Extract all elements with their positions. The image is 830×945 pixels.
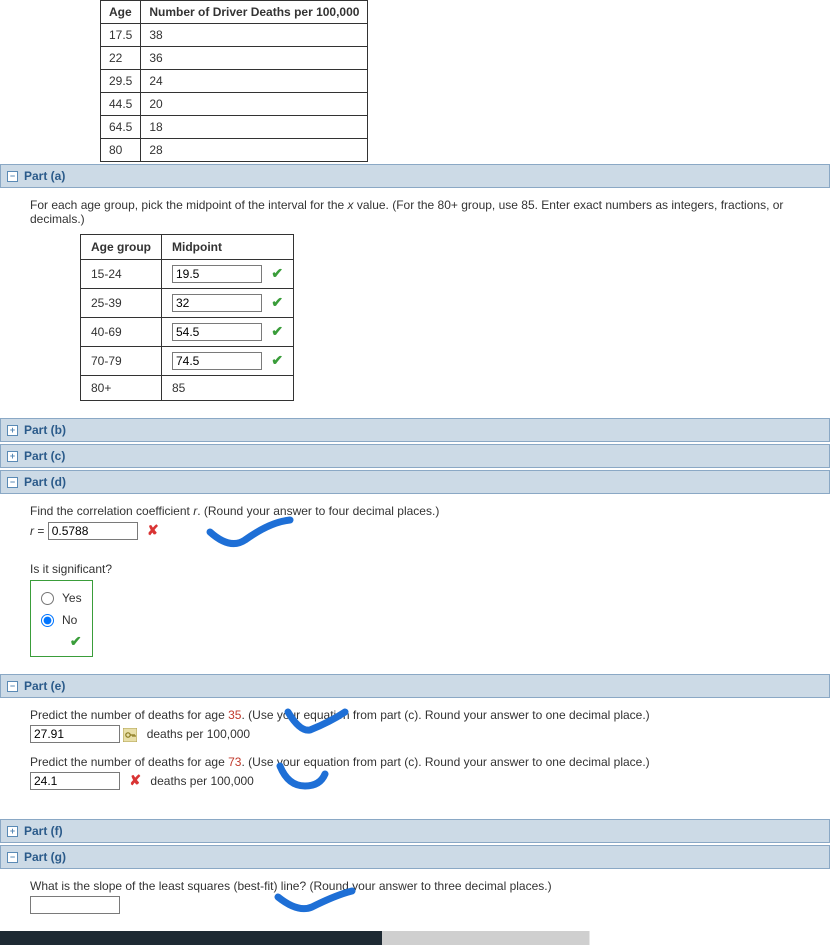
part-e-header[interactable]: − Part (e)	[0, 674, 830, 698]
key-icon[interactable]	[123, 727, 140, 741]
part-g-content: What is the slope of the least squares (…	[0, 869, 830, 929]
table-row: 70-79 ✔	[81, 347, 294, 376]
part-g-header[interactable]: − Part (g)	[0, 845, 830, 869]
x-icon: ✘	[147, 522, 159, 538]
expand-icon: +	[7, 826, 18, 837]
radio-yes[interactable]	[41, 592, 54, 605]
table-row: 25-39 ✔	[81, 289, 294, 318]
table-row: 64.518	[101, 116, 368, 139]
part-f-header[interactable]: + Part (f)	[0, 819, 830, 843]
collapse-icon: −	[7, 477, 18, 488]
check-icon: ✔	[271, 323, 283, 339]
table-row: 15-24 ✔	[81, 260, 294, 289]
part-g-prompt: What is the slope of the least squares (…	[30, 879, 810, 893]
footer-bar	[0, 931, 830, 945]
significant-question: Is it significant?	[30, 562, 810, 576]
part-d-label: Part (d)	[24, 475, 66, 489]
check-icon: ✔	[271, 265, 283, 281]
part-a-prompt: For each age group, pick the midpoint of…	[30, 198, 810, 226]
col-header-age: Age	[101, 1, 141, 24]
midpoint-input-1[interactable]	[172, 265, 262, 283]
table-row: 40-69 ✔	[81, 318, 294, 347]
r-input-row: r = ✘	[30, 522, 810, 540]
r-input[interactable]	[48, 522, 138, 540]
part-f-label: Part (f)	[24, 824, 63, 838]
midpoint-table: Age group Midpoint 15-24 ✔ 25-39 ✔ 40-69…	[80, 234, 294, 401]
part-b-label: Part (b)	[24, 423, 66, 437]
part-g-label: Part (g)	[24, 850, 66, 864]
significance-radio-group: Yes No ✔	[30, 580, 93, 657]
driver-deaths-table: Age Number of Driver Deaths per 100,000 …	[100, 0, 368, 162]
check-icon: ✔	[271, 294, 283, 310]
units-label: deaths per 100,000	[150, 774, 253, 788]
predict-35-input[interactable]	[30, 725, 120, 743]
table-row: 29.524	[101, 70, 368, 93]
table-row: 8028	[101, 139, 368, 162]
col-header-age-group: Age group	[81, 235, 162, 260]
midpoint-input-2[interactable]	[172, 294, 262, 312]
check-icon: ✔	[271, 352, 283, 368]
slope-input[interactable]	[30, 896, 120, 914]
radio-no[interactable]	[41, 614, 54, 627]
midpoint-input-4[interactable]	[172, 352, 262, 370]
table-row: 80+ 85	[81, 376, 294, 401]
part-c-header[interactable]: + Part (c)	[0, 444, 830, 468]
part-d-header[interactable]: − Part (d)	[0, 470, 830, 494]
table-row: 17.538	[101, 24, 368, 47]
midpoint-input-3[interactable]	[172, 323, 262, 341]
table-row: 2236	[101, 47, 368, 70]
expand-icon: +	[7, 425, 18, 436]
part-d-prompt: Find the correlation coefficient r. (Rou…	[30, 504, 810, 518]
table-row: 44.520	[101, 93, 368, 116]
part-c-label: Part (c)	[24, 449, 65, 463]
radio-no-label: No	[62, 613, 77, 627]
part-e-q1-prompt: Predict the number of deaths for age 35.…	[30, 708, 810, 722]
col-header-midpoint: Midpoint	[162, 235, 294, 260]
check-icon: ✔	[70, 633, 82, 649]
part-e-label: Part (e)	[24, 679, 65, 693]
expand-icon: +	[7, 451, 18, 462]
collapse-icon: −	[7, 852, 18, 863]
part-e-content: Predict the number of deaths for age 35.…	[0, 698, 830, 817]
x-icon: ✘	[129, 772, 141, 788]
part-e-q2-prompt: Predict the number of deaths for age 73.…	[30, 755, 810, 769]
collapse-icon: −	[7, 681, 18, 692]
predict-73-input[interactable]	[30, 772, 120, 790]
part-b-header[interactable]: + Part (b)	[0, 418, 830, 442]
collapse-icon: −	[7, 171, 18, 182]
part-a-label: Part (a)	[24, 169, 65, 183]
part-a-header[interactable]: − Part (a)	[0, 164, 830, 188]
col-header-deaths: Number of Driver Deaths per 100,000	[141, 1, 368, 24]
part-d-content: Find the correlation coefficient r. (Rou…	[0, 494, 830, 672]
radio-yes-label: Yes	[62, 591, 82, 605]
units-label: deaths per 100,000	[147, 727, 250, 741]
part-a-content: For each age group, pick the midpoint of…	[0, 188, 830, 416]
